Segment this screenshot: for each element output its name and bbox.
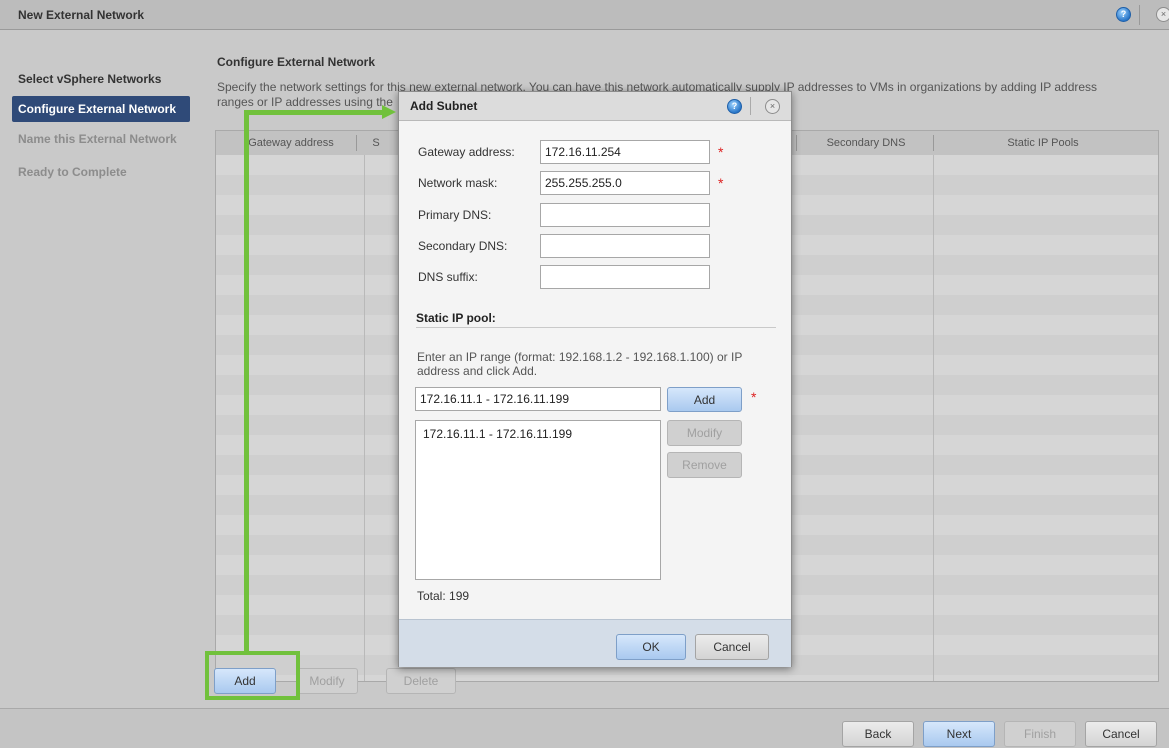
required-marker: * [718,175,724,191]
wizard-footer: Back Next Finish Cancel [0,708,1169,748]
primary-dns-input[interactable] [540,203,710,227]
step-name-external-network: Name this External Network [18,132,177,146]
dialog-titlebar: Add Subnet ? × [399,92,791,121]
static-ip-pool-hint: Enter an IP range (format: 192.168.1.2 -… [417,350,743,378]
highlight-connector-horizontal [244,110,384,115]
required-marker: * [718,144,724,160]
step-select-vsphere-networks[interactable]: Select vSphere Networks [12,66,190,92]
close-icon[interactable]: × [1156,7,1169,22]
column-divider [933,155,934,681]
column-static-ip-pools[interactable]: Static IP Pools [943,137,1143,149]
ip-range-list[interactable]: 172.16.11.1 - 172.16.11.199 [415,420,661,580]
step-configure-external-network[interactable]: Configure External Network [12,96,190,122]
add-ip-range-button[interactable]: Add [667,387,742,412]
dns-suffix-input[interactable] [540,265,710,289]
primary-dns-label: Primary DNS: [418,208,492,222]
gateway-address-label: Gateway address: [418,145,515,159]
highlight-arrowhead [382,105,396,119]
highlight-box [205,651,300,700]
column-divider [364,155,365,681]
ip-range-input[interactable] [415,387,661,411]
page-title: Configure External Network [217,55,376,69]
secondary-dns-input[interactable] [540,234,710,258]
list-item[interactable]: 172.16.11.1 - 172.16.11.199 [423,427,572,441]
step-ready-to-complete: Ready to Complete [18,165,127,179]
remove-ip-range-button: Remove [667,452,742,478]
highlight-connector-vertical [244,110,249,653]
column-separator [796,135,797,151]
column-secondary-dns[interactable]: Secondary DNS [806,137,926,149]
help-icon[interactable]: ? [1116,7,1131,22]
network-mask-input[interactable] [540,171,710,195]
dialog-titlebar-divider [750,97,751,115]
dialog-cancel-button[interactable]: Cancel [695,634,769,660]
secondary-dns-label: Secondary DNS: [418,239,508,253]
column-subnet[interactable]: S [366,137,386,149]
column-separator [356,135,357,151]
dialog-ok-button[interactable]: OK [616,634,686,660]
window-titlebar: New External Network ? × [0,0,1169,30]
dialog-help-icon[interactable]: ? [727,99,742,114]
required-marker: * [751,389,757,405]
modify-subnet-button: Modify [296,668,358,694]
window-title: New External Network [18,8,145,22]
dialog-close-icon[interactable]: × [765,99,780,114]
dialog-title: Add Subnet [410,99,478,113]
back-button[interactable]: Back [842,721,914,747]
dns-suffix-label: DNS suffix: [418,270,478,284]
cancel-button[interactable]: Cancel [1085,721,1157,747]
titlebar-divider [1139,5,1140,25]
column-separator [933,135,934,151]
dialog-footer: OK Cancel [399,619,791,667]
wizard-steps: Select vSphere Networks Configure Extern… [8,38,194,706]
gateway-address-input[interactable] [540,140,710,164]
network-mask-label: Network mask: [418,176,498,190]
next-button[interactable]: Next [923,721,995,747]
add-subnet-dialog: Add Subnet ? × Gateway address: * Networ… [398,91,792,667]
delete-subnet-button: Delete [386,668,456,694]
static-ip-pool-heading: Static IP pool: [416,311,776,328]
modify-ip-range-button: Modify [667,420,742,446]
finish-button: Finish [1004,721,1076,747]
column-gateway-address[interactable]: Gateway address [236,137,346,149]
ip-pool-total: Total: 199 [417,589,470,603]
